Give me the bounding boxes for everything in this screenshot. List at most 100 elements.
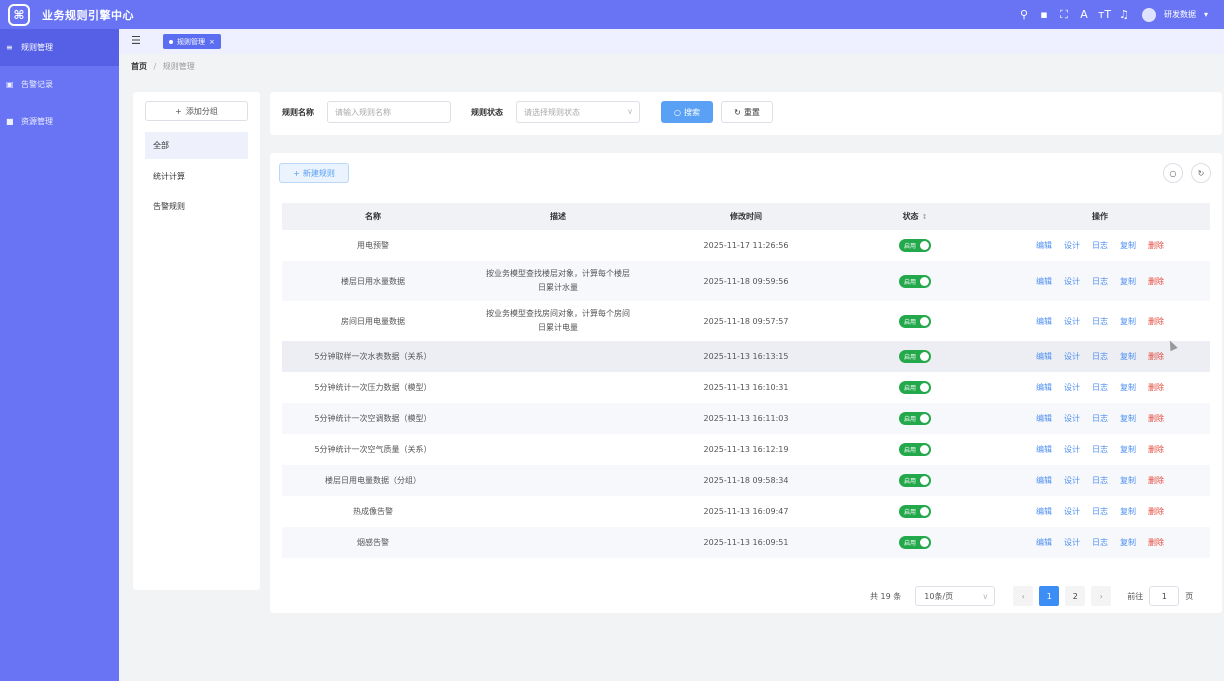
- delete-link[interactable]: 删除: [1148, 413, 1164, 424]
- delete-link[interactable]: 删除: [1148, 506, 1164, 517]
- delete-link[interactable]: 删除: [1148, 475, 1164, 486]
- status-toggle[interactable]: 启用: [899, 314, 931, 328]
- copy-link[interactable]: 复制: [1120, 382, 1136, 393]
- delete-link[interactable]: 删除: [1148, 316, 1164, 327]
- bell-icon[interactable]: ♫: [1118, 8, 1130, 21]
- column-header-status[interactable]: 状态 ↕: [840, 203, 990, 230]
- chat-icon[interactable]: ▪: [1038, 8, 1050, 21]
- log-link[interactable]: 日志: [1092, 240, 1108, 251]
- edit-link[interactable]: 编辑: [1036, 276, 1052, 287]
- edit-link[interactable]: 编辑: [1036, 240, 1052, 251]
- copy-link[interactable]: 复制: [1120, 351, 1136, 362]
- rule-status-cell: 启用: [840, 465, 990, 496]
- prev-page-button[interactable]: ‹: [1013, 586, 1034, 606]
- edit-link[interactable]: 编辑: [1036, 316, 1052, 327]
- tab-rule-management[interactable]: 规则管理 ×: [163, 34, 221, 49]
- status-toggle[interactable]: 启用: [899, 239, 931, 252]
- design-link[interactable]: 设计: [1064, 382, 1080, 393]
- log-link[interactable]: 日志: [1092, 537, 1108, 548]
- avatar[interactable]: [1141, 7, 1156, 22]
- status-toggle[interactable]: 启用: [899, 443, 931, 456]
- status-toggle[interactable]: 启用: [899, 274, 931, 288]
- log-link[interactable]: 日志: [1092, 351, 1108, 362]
- page-1-button[interactable]: 1: [1039, 586, 1060, 606]
- user-name[interactable]: 研发数据: [1164, 9, 1196, 20]
- toggle-search-button[interactable]: ○: [1163, 163, 1183, 183]
- delete-link[interactable]: 删除: [1148, 276, 1164, 287]
- menu-toggle-icon[interactable]: ☰: [131, 34, 141, 47]
- add-group-button[interactable]: + 添加分组: [145, 101, 248, 121]
- log-link[interactable]: 日志: [1092, 475, 1108, 486]
- design-link[interactable]: 设计: [1064, 316, 1080, 327]
- design-link[interactable]: 设计: [1064, 537, 1080, 548]
- log-link[interactable]: 日志: [1092, 316, 1108, 327]
- copy-link[interactable]: 复制: [1120, 537, 1136, 548]
- status-toggle[interactable]: 启用: [899, 536, 931, 549]
- sidebar-item-alarm-records[interactable]: ▣ 告警记录: [0, 66, 119, 103]
- font-size-icon[interactable]: тT: [1098, 8, 1111, 21]
- log-link[interactable]: 日志: [1092, 413, 1108, 424]
- copy-link[interactable]: 复制: [1120, 506, 1136, 517]
- fullscreen-icon[interactable]: ⛶: [1058, 8, 1070, 21]
- design-link[interactable]: 设计: [1064, 444, 1080, 455]
- rule-name-input[interactable]: 请输入规则名称: [327, 101, 451, 123]
- edit-link[interactable]: 编辑: [1036, 351, 1052, 362]
- edit-link[interactable]: 编辑: [1036, 382, 1052, 393]
- design-link[interactable]: 设计: [1064, 351, 1080, 362]
- status-toggle[interactable]: 启用: [899, 350, 931, 363]
- design-link[interactable]: 设计: [1064, 240, 1080, 251]
- edit-link[interactable]: 编辑: [1036, 444, 1052, 455]
- log-link[interactable]: 日志: [1092, 276, 1108, 287]
- next-page-button[interactable]: ›: [1091, 586, 1112, 606]
- page-size-select[interactable]: 10条/页 ∨: [915, 586, 996, 606]
- user-caret-icon[interactable]: ▾: [1204, 10, 1208, 19]
- tab-close-icon[interactable]: ×: [209, 38, 215, 46]
- page-2-button[interactable]: 2: [1065, 586, 1086, 606]
- copy-link[interactable]: 复制: [1120, 316, 1136, 327]
- refresh-button[interactable]: ↻: [1191, 163, 1211, 183]
- delete-link[interactable]: 删除: [1148, 382, 1164, 393]
- design-link[interactable]: 设计: [1064, 276, 1080, 287]
- log-link[interactable]: 日志: [1092, 444, 1108, 455]
- design-link[interactable]: 设计: [1064, 506, 1080, 517]
- goto-page-input[interactable]: 1: [1149, 586, 1180, 606]
- translate-icon[interactable]: A: [1078, 8, 1090, 21]
- edit-link[interactable]: 编辑: [1036, 537, 1052, 548]
- log-link[interactable]: 日志: [1092, 506, 1108, 517]
- status-toggle[interactable]: 启用: [899, 381, 931, 394]
- copy-link[interactable]: 复制: [1120, 475, 1136, 486]
- new-rule-label: 新建规则: [302, 168, 335, 178]
- edit-link[interactable]: 编辑: [1036, 506, 1052, 517]
- rule-status-select[interactable]: 请选择规则状态 ∨: [516, 101, 640, 123]
- status-toggle-label: 启用: [904, 318, 917, 326]
- copy-link[interactable]: 复制: [1120, 444, 1136, 455]
- delete-link[interactable]: 删除: [1148, 240, 1164, 251]
- log-link[interactable]: 日志: [1092, 382, 1108, 393]
- group-item-all[interactable]: 全部: [145, 132, 248, 159]
- edit-link[interactable]: 编辑: [1036, 475, 1052, 486]
- edit-link[interactable]: 编辑: [1036, 413, 1052, 424]
- rule-desc-cell: [464, 496, 652, 527]
- search-icon[interactable]: ⚲: [1018, 8, 1030, 21]
- search-button[interactable]: ○ 搜索: [661, 101, 713, 123]
- group-item-alarm-rules[interactable]: 告警规则: [145, 193, 248, 220]
- delete-link[interactable]: 删除: [1148, 537, 1164, 548]
- status-toggle[interactable]: 启用: [899, 474, 931, 487]
- rule-desc-cell: 按业务模型查找房间对象，计算每个房间 日累计电量: [464, 301, 652, 341]
- breadcrumb-home[interactable]: 首页: [131, 62, 147, 71]
- group-item-statistics[interactable]: 统计计算: [145, 163, 248, 190]
- delete-link[interactable]: 删除: [1148, 351, 1164, 362]
- sort-icon[interactable]: ↕: [922, 213, 928, 221]
- copy-link[interactable]: 复制: [1120, 240, 1136, 251]
- status-toggle[interactable]: 启用: [899, 505, 931, 518]
- delete-link[interactable]: 删除: [1148, 444, 1164, 455]
- copy-link[interactable]: 复制: [1120, 276, 1136, 287]
- reset-button[interactable]: ↻ 重置: [721, 101, 773, 123]
- copy-link[interactable]: 复制: [1120, 413, 1136, 424]
- sidebar-item-rule-management[interactable]: ≡ 规则管理: [0, 29, 119, 66]
- design-link[interactable]: 设计: [1064, 475, 1080, 486]
- new-rule-button[interactable]: + 新建规则: [279, 163, 349, 183]
- status-toggle[interactable]: 启用: [899, 412, 931, 425]
- design-link[interactable]: 设计: [1064, 413, 1080, 424]
- sidebar-item-resource-management[interactable]: ■ 资源管理: [0, 103, 119, 140]
